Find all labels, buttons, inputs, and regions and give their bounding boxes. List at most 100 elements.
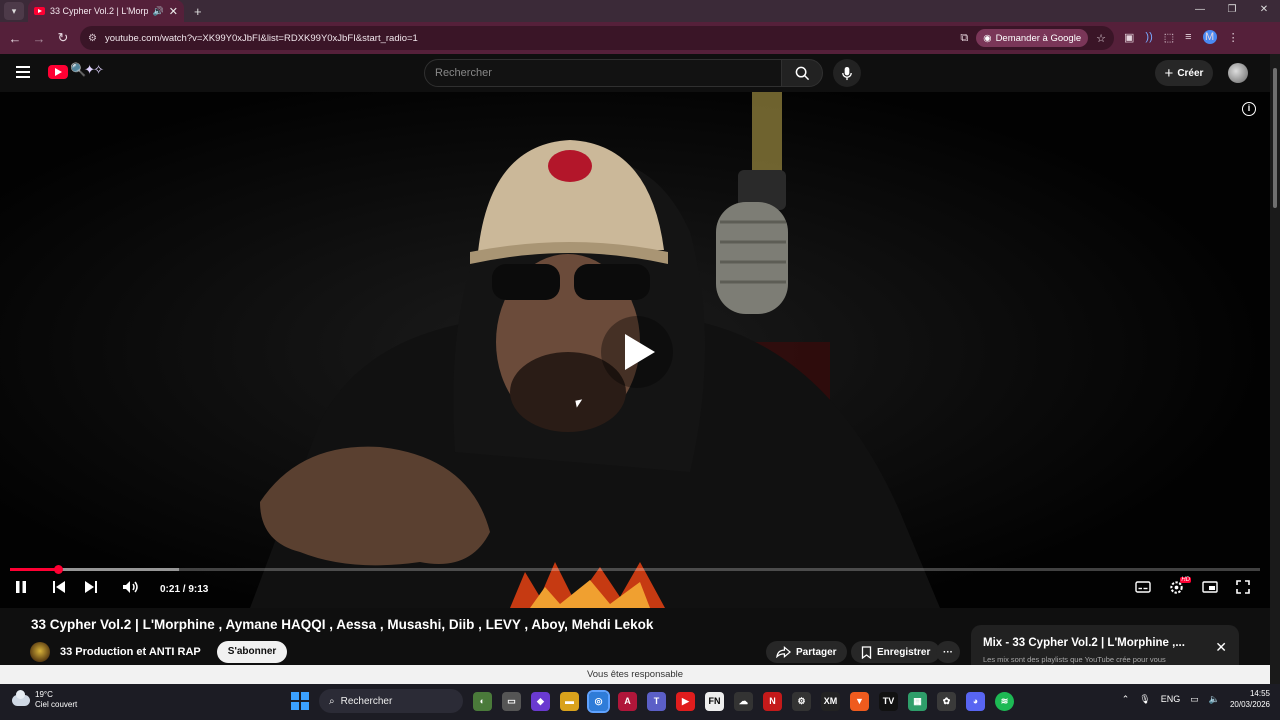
task-view-icon[interactable]: ▭ xyxy=(502,691,521,711)
browser-menu-icon[interactable]: ⋮ xyxy=(1228,31,1239,44)
speaker-icon[interactable]: 🔊 xyxy=(153,6,164,17)
create-button[interactable]: + Créer xyxy=(1155,60,1213,86)
menu-icon[interactable] xyxy=(16,66,30,78)
brave-icon[interactable]: ▼ xyxy=(850,691,869,711)
more-actions-button[interactable]: ··· xyxy=(936,641,960,663)
copilot-icon[interactable]: ◆ xyxy=(531,691,550,711)
video-player[interactable]: i 0:21 / 9:13 HD xyxy=(0,92,1270,608)
close-window-button[interactable]: ✕ xyxy=(1248,0,1280,20)
app-a-icon[interactable]: A xyxy=(618,691,637,711)
extension-audio-icon[interactable]: )) xyxy=(1145,31,1152,43)
channel-row: 33 Production et ANTI RAP S'abonner xyxy=(30,641,288,663)
microphone-tray-icon[interactable]: 🎙 xyxy=(1139,694,1150,705)
tab-search-button[interactable]: ▾ xyxy=(4,2,24,20)
video-title: 33 Cypher Vol.2 | L'Morphine , Aymane HA… xyxy=(31,617,654,632)
language-indicator[interactable]: ENG xyxy=(1161,694,1181,704)
miniplayer-icon xyxy=(1202,581,1218,593)
create-label: Créer xyxy=(1177,67,1204,79)
big-play-button[interactable] xyxy=(601,316,673,388)
extension-icons: ▣ )) ⬚ ≡ M ⋮ xyxy=(1124,30,1239,44)
search-button[interactable] xyxy=(781,59,823,87)
youtube-doodle-icon[interactable]: 🔍✦✧ xyxy=(70,62,104,78)
widgets-app-icon[interactable]: ◐ xyxy=(473,691,492,711)
page-scrollbar[interactable] xyxy=(1270,54,1280,684)
close-mix-icon[interactable]: ✕ xyxy=(1215,639,1227,656)
taskbar-search[interactable]: ⌕ Rechercher xyxy=(319,689,463,713)
clock[interactable]: 14:55 20/03/2026 xyxy=(1230,688,1270,710)
url-text[interactable]: youtube.com/watch?v=XK99Y0xJbFI&list=RDX… xyxy=(105,33,418,44)
spotify-icon[interactable]: ≋ xyxy=(995,691,1014,711)
youtube-masthead: 🔍✦✧ + Créer xyxy=(0,54,1270,92)
pause-button[interactable] xyxy=(14,580,28,597)
channel-name[interactable]: 33 Production et ANTI RAP xyxy=(60,646,201,658)
progress-scrubber[interactable] xyxy=(53,565,63,574)
cloud-app-icon[interactable]: ☁ xyxy=(734,691,753,711)
progress-bar[interactable] xyxy=(10,565,1260,574)
save-button[interactable]: Enregistrer xyxy=(851,641,941,663)
scrollbar-thumb[interactable] xyxy=(1273,68,1277,208)
fl-studio-icon[interactable]: ✿ xyxy=(937,691,956,711)
share-button[interactable]: Partager xyxy=(766,641,847,663)
reload-button[interactable]: ↻ xyxy=(51,30,75,46)
forward-button[interactable]: → xyxy=(27,31,51,46)
new-tab-button[interactable]: + xyxy=(194,4,202,19)
weather-widget[interactable]: 19°C Ciel couvert xyxy=(12,689,77,710)
system-tray: ⌃ 🎙 ENG ▭ 🔈 14:55 20/03/2026 xyxy=(1122,688,1270,710)
volume-button[interactable] xyxy=(122,580,140,597)
close-tab-icon[interactable]: ✕ xyxy=(169,5,178,18)
file-explorer-icon[interactable]: ▬ xyxy=(560,691,579,711)
clock-date: 20/03/2026 xyxy=(1229,700,1270,709)
netflix-icon[interactable]: N xyxy=(763,691,782,711)
tradingview-icon[interactable]: TV xyxy=(879,691,898,711)
extension-m-icon[interactable]: ▣ xyxy=(1124,31,1134,44)
calendar-app-icon[interactable]: ▦ xyxy=(908,691,927,711)
search-icon: ⌕ xyxy=(329,695,335,707)
extensions-puzzle-icon[interactable]: ⬚ xyxy=(1164,31,1174,44)
windows-start-icon[interactable] xyxy=(291,692,309,710)
voice-search-button[interactable] xyxy=(833,59,861,87)
browser-toolbar: ← → ↻ ⚙ youtube.com/watch?v=XK99Y0xJbFI&… xyxy=(0,22,1280,54)
back-button[interactable]: ← xyxy=(3,31,27,46)
bookmark-star-icon[interactable]: ☆ xyxy=(1096,32,1106,45)
fn-app-icon[interactable]: FN xyxy=(705,691,724,711)
site-info-icon[interactable]: ⚙ xyxy=(88,33,97,44)
chrome-app-icon[interactable]: ◎ xyxy=(587,689,610,713)
steam-icon[interactable]: ⚙ xyxy=(792,691,811,711)
chevron-up-icon[interactable]: ⌃ xyxy=(1122,694,1130,705)
info-icon[interactable]: i xyxy=(1242,102,1256,116)
plus-icon: + xyxy=(1164,64,1174,82)
miniplayer-button[interactable] xyxy=(1202,580,1218,598)
youtube-app-icon[interactable]: ▶ xyxy=(676,691,695,711)
fullscreen-button[interactable] xyxy=(1236,580,1250,598)
volume-icon xyxy=(123,581,138,593)
subtitles-button[interactable] xyxy=(1135,580,1151,598)
media-controls-icon[interactable]: ≡ xyxy=(1185,31,1191,43)
minimize-button[interactable]: — xyxy=(1184,0,1216,20)
search-input[interactable] xyxy=(435,67,781,79)
network-icon[interactable]: ▭ xyxy=(1190,694,1199,705)
browser-tab-strip: ▾ 33 Cypher Vol.2 | L'Morphine 🔊 ✕ + — ❐… xyxy=(0,0,1280,22)
teams-icon[interactable]: T xyxy=(647,691,666,711)
ask-google-button[interactable]: ◉ Demander à Google xyxy=(976,29,1089,47)
taskbar-apps: ⌕ Rechercher ◐ ▭ ◆ ▬ ◎ A T ▶ FN ☁ N ⚙ XM… xyxy=(291,689,1014,713)
active-tab[interactable]: 33 Cypher Vol.2 | L'Morphine 🔊 ✕ xyxy=(28,0,184,22)
previous-button[interactable] xyxy=(52,580,66,597)
channel-avatar[interactable] xyxy=(30,642,50,662)
settings-button[interactable]: HD xyxy=(1169,577,1191,598)
cast-icon[interactable]: ⧉ xyxy=(960,32,968,45)
mix-title[interactable]: Mix - 33 Cypher Vol.2 | L'Morphine ,... xyxy=(983,637,1203,649)
address-bar[interactable]: ⚙ youtube.com/watch?v=XK99Y0xJbFI&list=R… xyxy=(80,26,1114,50)
search-field[interactable] xyxy=(424,59,782,87)
next-button[interactable] xyxy=(84,580,98,597)
save-label: Enregistrer xyxy=(877,646,931,658)
xm-app-icon[interactable]: XM xyxy=(821,691,840,711)
volume-tray-icon[interactable]: 🔈 xyxy=(1209,694,1220,705)
skip-next-icon xyxy=(85,581,97,593)
youtube-logo-icon[interactable] xyxy=(48,65,68,79)
bookmark-icon xyxy=(861,645,872,659)
profile-avatar[interactable]: M xyxy=(1202,30,1217,44)
account-avatar[interactable] xyxy=(1228,63,1248,83)
subscribe-button[interactable]: S'abonner xyxy=(216,641,288,663)
maximize-button[interactable]: ❐ xyxy=(1216,0,1248,20)
discord-icon[interactable]: ◕ xyxy=(966,691,985,711)
